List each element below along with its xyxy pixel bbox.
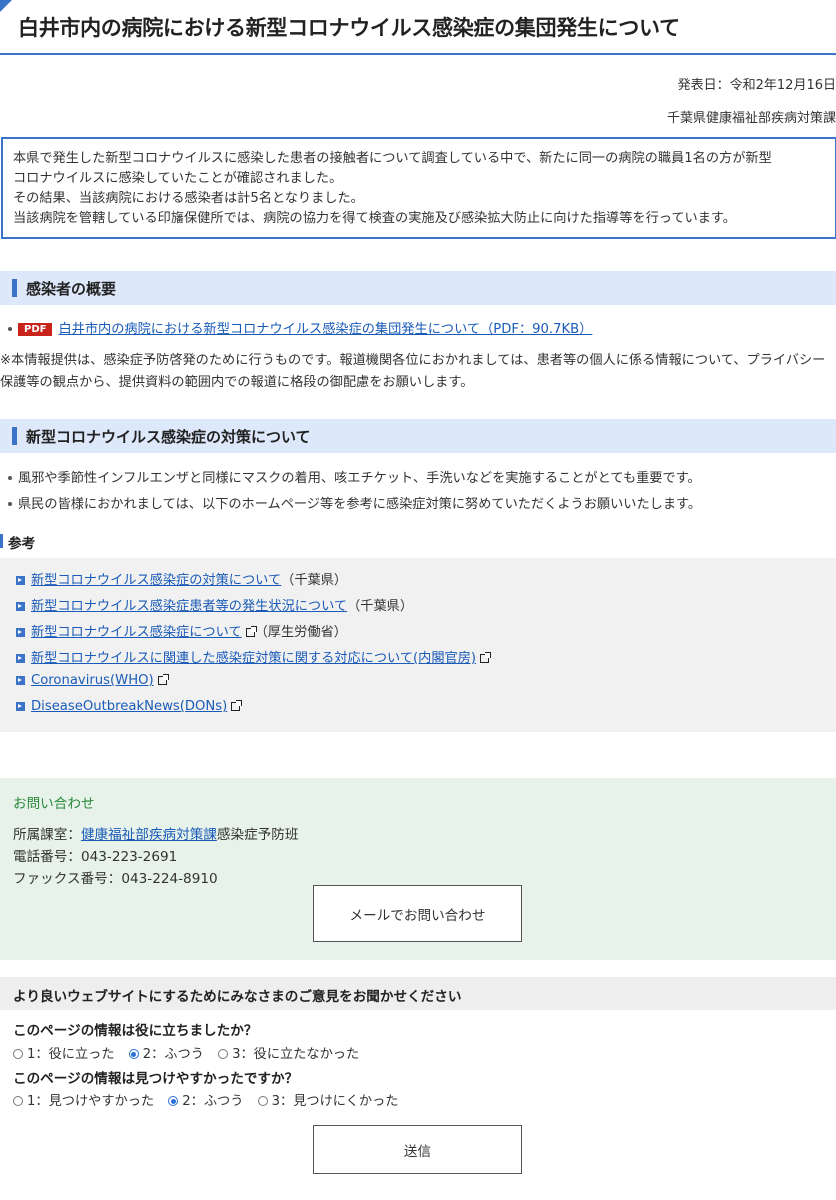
list-item-text: 県民の皆様におかれましては、以下のホームページ等を参考に感染症対策に努めていただ…: [18, 497, 702, 512]
reference-source: （千葉県）: [347, 599, 414, 614]
section-heading-countermeasures: 新型コロナウイルス感染症の対策について: [0, 419, 836, 453]
radio-option[interactable]: 1：役に立った: [13, 1043, 115, 1062]
radio-option[interactable]: 2：ふつう: [128, 1043, 204, 1062]
radio-button[interactable]: [218, 1049, 229, 1059]
bullet-icon: [8, 476, 12, 480]
press-note: ※本情報提供は、感染症予防啓発のために行うものです。報道機関各位におかれましては…: [0, 353, 826, 390]
arrow-square-icon: [16, 701, 25, 711]
external-link-icon: [480, 651, 492, 663]
external-link-icon: [157, 673, 169, 685]
page-title: 白井市内の病院における新型コロナウイルス感染症の集団発生について: [18, 16, 680, 40]
survey-heading: より良いウェブサイトにするためにみなさまのご意見をお聞かせください: [13, 989, 462, 1005]
radio-option[interactable]: 3：見つけにくかった: [257, 1090, 398, 1109]
submit-button[interactable]: 送信: [313, 1125, 522, 1174]
radio-option[interactable]: 1：見つけやすかった: [13, 1090, 154, 1109]
pdf-link[interactable]: 白井市内の病院における新型コロナウイルス感染症の集団発生について（PDF：90.…: [58, 322, 592, 337]
radio-button-selected[interactable]: [168, 1096, 179, 1106]
heading-bar: [12, 279, 17, 297]
list-item: 風邪や季節性インフルエンザと同様にマスクの着用、咳エチケット、手洗いなどを実施す…: [8, 467, 701, 486]
pdf-icon: PDF: [18, 322, 53, 336]
summary-box: 本県で発生した新型コロナウイルスに感染した患者の接触者について調査している中で、…: [1, 137, 836, 239]
summary-line: その結果、当該病院における感染者は計5名となりました。: [13, 191, 364, 206]
arrow-square-icon: [16, 627, 25, 637]
publish-date: 発表日：令和2年12月16日: [677, 78, 836, 93]
survey-options-2: 1：見つけやすかった 2：ふつう 3：見つけにくかった: [13, 1090, 408, 1109]
reference-item: Coronavirus(WHO): [16, 673, 169, 688]
contact-phone: 電話番号：043-223-2691: [13, 849, 178, 865]
reference-item: 新型コロナウイルス感染症について （厚生労働省）: [16, 621, 347, 640]
arrow-square-icon: [16, 675, 25, 685]
reference-source: （厚生労働省）: [254, 625, 347, 640]
reference-item: 新型コロナウイルスに関連した感染症対策に関する対応について(内閣官房): [16, 647, 492, 666]
external-link-icon: [245, 625, 257, 637]
summary-line: 本県で発生した新型コロナウイルスに感染した患者の接触者について調査している中で、…: [13, 151, 772, 166]
arrow-square-icon: [16, 575, 25, 585]
reference-link[interactable]: DiseaseOutbreakNews(DONs): [31, 699, 227, 714]
contact-heading: お問い合わせ: [13, 796, 95, 812]
reference-source: （千葉県）: [281, 573, 348, 588]
list-item-text: 風邪や季節性インフルエンザと同様にマスクの着用、咳エチケット、手洗いなどを実施す…: [18, 471, 701, 486]
survey-heading-bar: より良いウェブサイトにするためにみなさまのご意見をお聞かせください: [0, 977, 836, 1010]
references-label: 参考: [0, 532, 35, 552]
pdf-list-item: PDF 白井市内の病院における新型コロナウイルス感染症の集団発生について（PDF：…: [8, 318, 592, 337]
radio-button-selected[interactable]: [128, 1049, 139, 1059]
reference-link[interactable]: Coronavirus(WHO): [31, 673, 154, 688]
contact-fax: ファックス番号：043-224-8910: [13, 871, 218, 887]
survey-options-1: 1：役に立った 2：ふつう 3：役に立たなかった: [13, 1043, 369, 1062]
section-title: 新型コロナウイルス感染症の対策について: [26, 428, 311, 446]
reference-link[interactable]: 新型コロナウイルス感染症について: [31, 625, 242, 640]
external-link-icon: [231, 699, 243, 711]
reference-item: 新型コロナウイルス感染症患者等の発生状況について（千葉県）: [16, 595, 413, 614]
survey-question-2: このページの情報は見つけやすかったですか？: [13, 1071, 299, 1087]
mail-inquiry-button[interactable]: メールでお問い合わせ: [313, 885, 522, 942]
radio-button[interactable]: [257, 1096, 268, 1106]
radio-option[interactable]: 3：役に立たなかった: [218, 1043, 359, 1062]
bullet-icon: [8, 327, 12, 331]
reference-link[interactable]: 新型コロナウイルス感染症患者等の発生状況について: [31, 599, 347, 614]
contact-department: 所属課室：健康福祉部疾病対策課感染症予防班: [13, 827, 299, 843]
label-mark: [0, 534, 3, 548]
arrow-square-icon: [16, 653, 25, 663]
reference-item: DiseaseOutbreakNews(DONs): [16, 699, 243, 714]
department-link[interactable]: 健康福祉部疾病対策課: [81, 827, 217, 843]
radio-button[interactable]: [13, 1096, 23, 1106]
reference-link[interactable]: 新型コロナウイルスに関連した感染症対策に関する対応について(内閣官房): [31, 651, 476, 666]
section-title: 感染者の概要: [26, 280, 117, 298]
arrow-square-icon: [16, 601, 25, 611]
summary-line: コロナウイルスに感染していたことが確認されました。: [13, 171, 343, 186]
survey-question-1: このページの情報は役に立ちましたか？: [13, 1023, 258, 1039]
summary-line: 当該病院を管轄している印旛保健所では、病院の協力を得て検査の実施及び感染拡大防止…: [13, 211, 736, 226]
radio-button[interactable]: [13, 1049, 23, 1059]
reference-link[interactable]: 新型コロナウイルス感染症の対策について: [31, 573, 281, 588]
radio-option[interactable]: 2：ふつう: [168, 1090, 243, 1109]
contact-section: お問い合わせ 所属課室：健康福祉部疾病対策課感染症予防班 電話番号：043-22…: [0, 778, 836, 960]
title-corner-decoration: [0, 0, 12, 12]
page-header: 白井市内の病院における新型コロナウイルス感染症の集団発生について: [0, 0, 836, 55]
bullet-icon: [8, 502, 12, 506]
heading-bar: [12, 427, 17, 445]
section-heading-patient-overview: 感染者の概要: [0, 271, 836, 305]
department-name: 千葉県健康福祉部疾病対策課: [666, 111, 836, 126]
list-item: 県民の皆様におかれましては、以下のホームページ等を参考に感染症対策に努めていただ…: [8, 493, 701, 512]
reference-item: 新型コロナウイルス感染症の対策について（千葉県）: [16, 569, 347, 588]
